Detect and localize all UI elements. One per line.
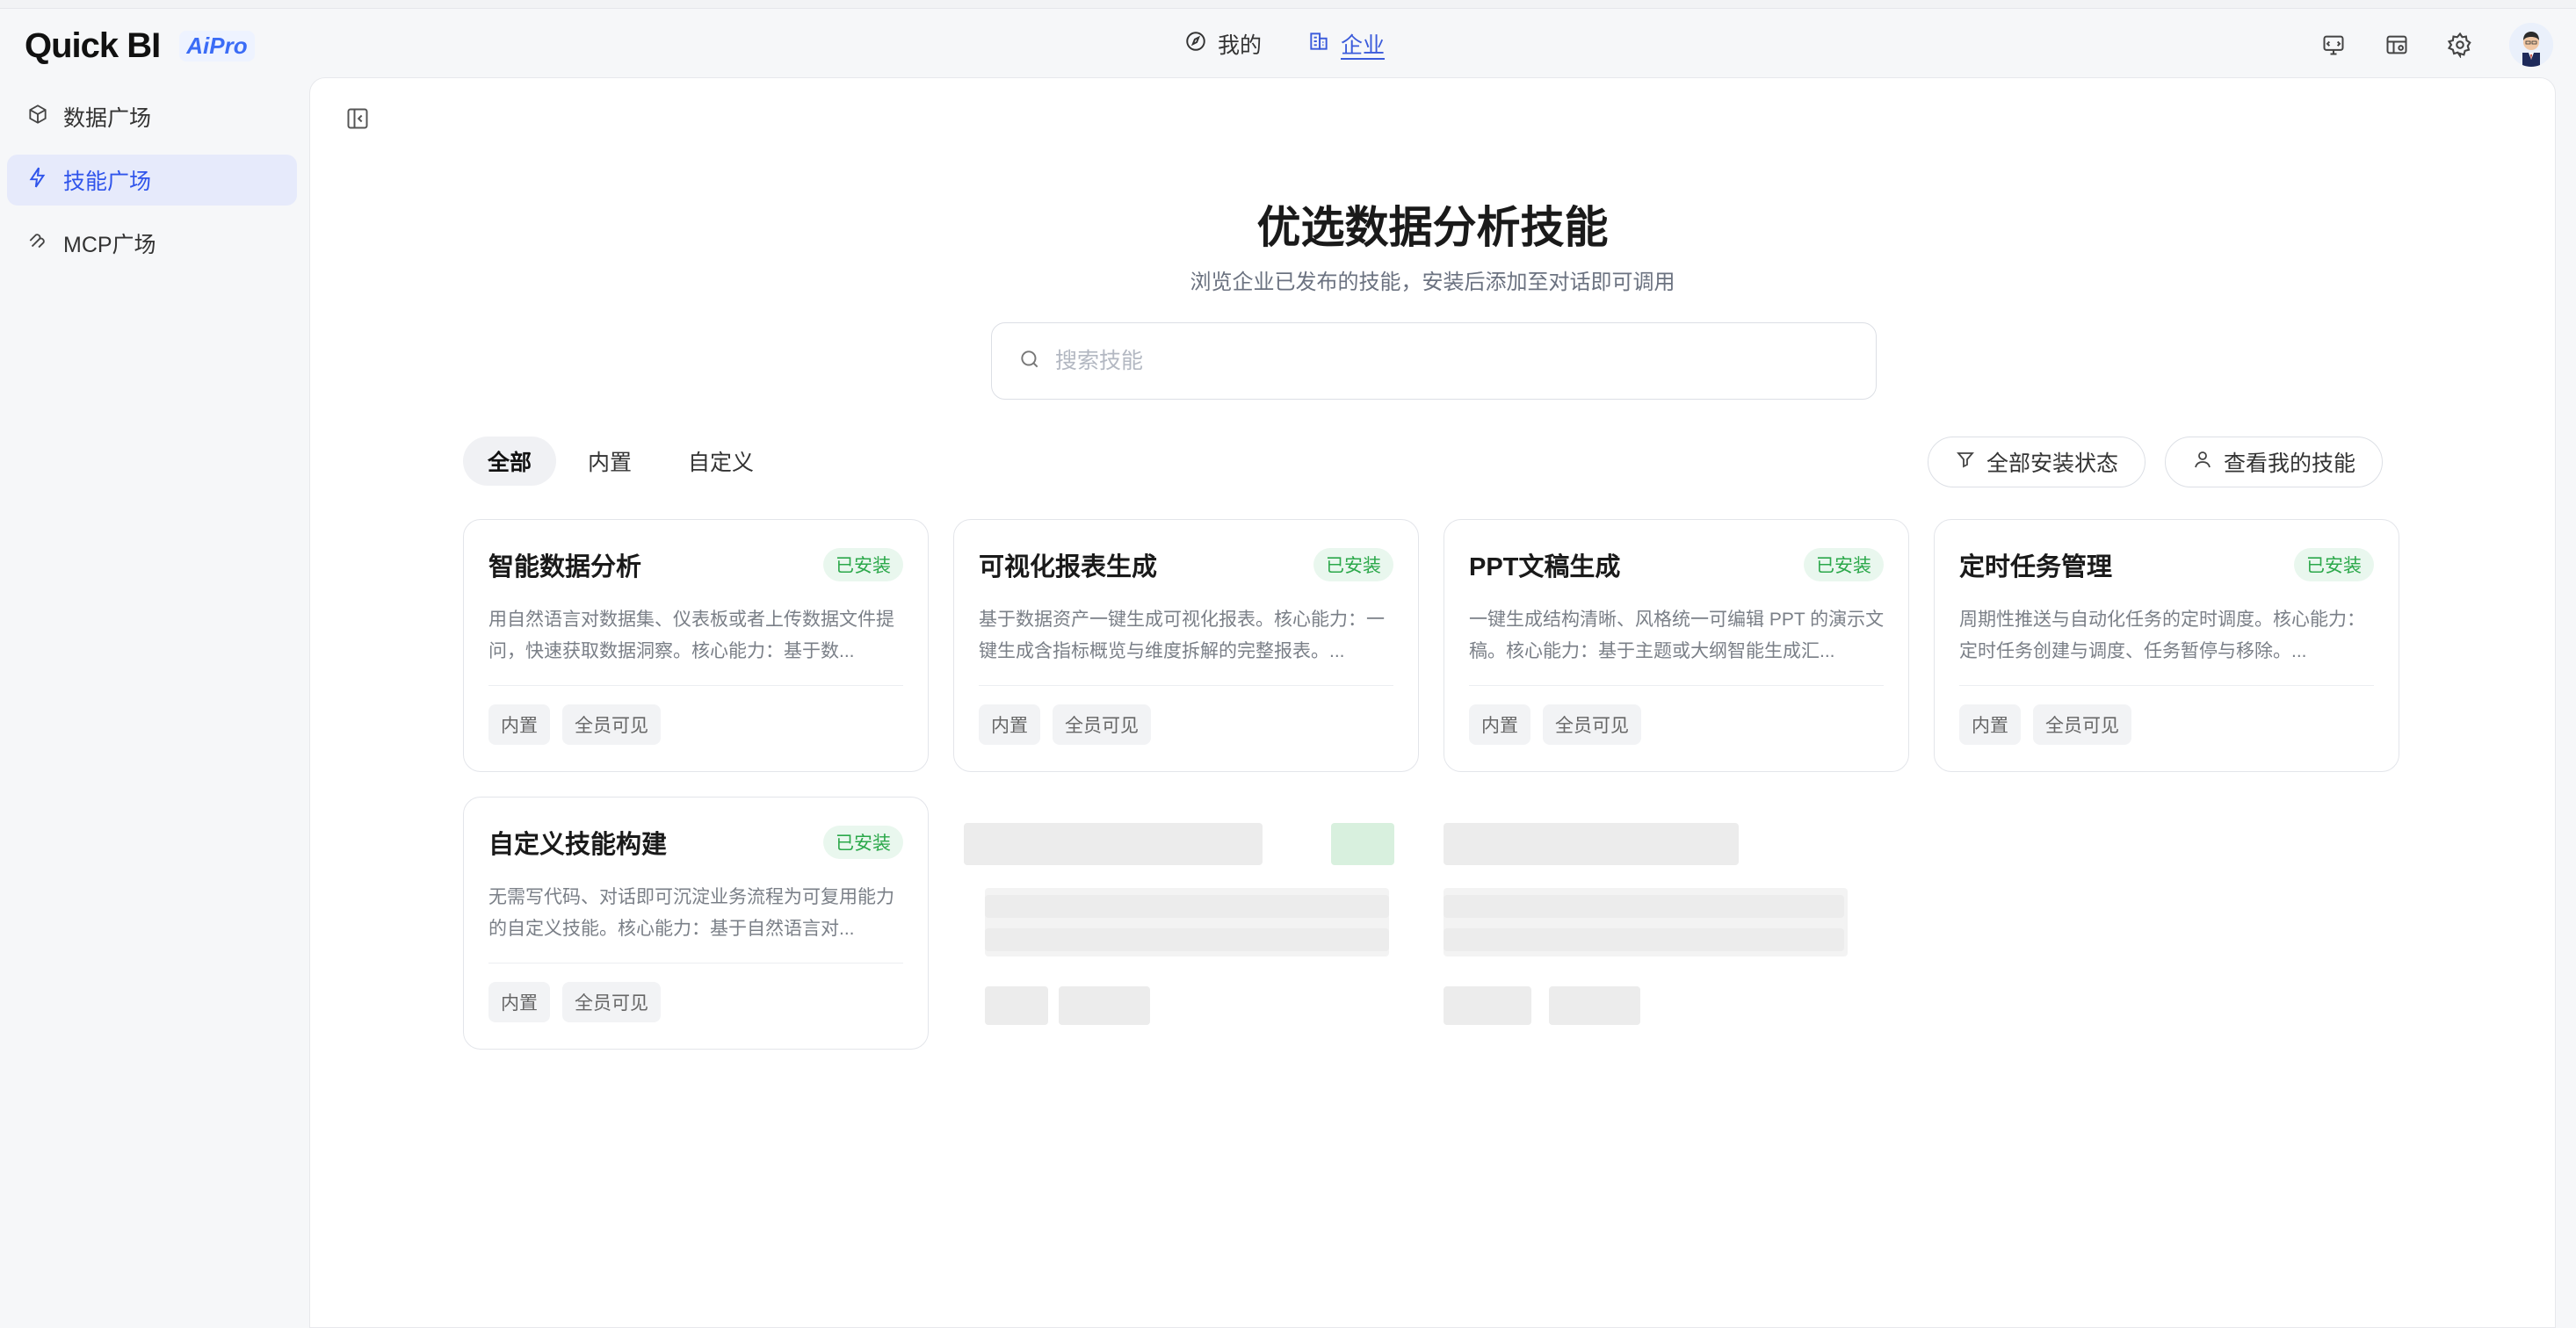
skill-card-description: 周期性推送与自动化任务的定时调度。核心能力：定时任务创建与调度、任务暂停与移除。… [1959, 610, 2365, 661]
top-header: Quick BI AiPro 我的 企业 [0, 9, 2576, 79]
dashboard-icon[interactable] [2383, 31, 2411, 59]
installed-badge: 已安装 [2294, 548, 2374, 581]
sidebar-item-label: 技能广场 [63, 170, 152, 194]
window-top-strip [0, 0, 2576, 9]
tag-visibility: 全员可见 [562, 982, 661, 1022]
card-divider [979, 685, 1393, 686]
skill-card-title: 自定义技能构建 [488, 831, 668, 859]
skill-tags: 内置 全员可见 [488, 982, 661, 1022]
tag-visibility: 全员可见 [562, 704, 661, 745]
skill-tags: 内置 全员可见 [1959, 704, 2131, 745]
nav-mine[interactable]: 我的 [1184, 28, 1262, 60]
my-skills-button[interactable]: 查看我的技能 [2164, 437, 2383, 487]
filter-icon [1955, 449, 1976, 476]
installed-badge: 已安装 [1313, 548, 1393, 581]
skill-card[interactable]: PPT文稿生成 已安装 一键生成结构清晰、风格统一可编辑 PPT 的演示文稿。核… [1444, 519, 1909, 772]
nav-enterprise-label: 企业 [1341, 33, 1386, 58]
collapse-sidebar-icon[interactable] [345, 106, 370, 131]
mcp-icon [26, 229, 49, 258]
avatar[interactable] [2509, 23, 2553, 67]
skill-card-title: 定时任务管理 [1959, 553, 2113, 581]
cube-icon [26, 103, 49, 132]
page-title: 优选数据分析技能 [1256, 203, 1609, 252]
search-input[interactable] [1055, 348, 1846, 374]
skill-card-title: 可视化报表生成 [979, 553, 1158, 581]
sidebar: 数据广场 技能广场 MCP广场 [0, 79, 309, 1328]
my-skills-label: 查看我的技能 [2223, 451, 2355, 476]
skill-card[interactable]: 定时任务管理 已安装 周期性推送与自动化任务的定时调度。核心能力：定时任务创建与… [1934, 519, 2399, 772]
gear-icon[interactable] [2446, 31, 2474, 59]
loading-skeleton-card [953, 797, 1419, 1050]
top-nav: 我的 企业 [1184, 28, 1385, 60]
compass-icon [1184, 30, 1207, 59]
logo[interactable]: Quick BI AiPro [25, 26, 255, 66]
tag-builtin: 内置 [488, 704, 550, 745]
main-panel: 优选数据分析技能 浏览企业已发布的技能，安装后添加至对话即可调用 全部 内置 自… [309, 77, 2556, 1328]
nav-enterprise[interactable]: 企业 [1307, 28, 1385, 60]
install-status-filter-button[interactable]: 全部安装状态 [1927, 437, 2145, 487]
sidebar-item-label: MCP广场 [63, 233, 156, 257]
skill-card-description: 无需写代码、对话即可沉淀业务流程为可复用能力的自定义技能。核心能力：基于自然语言… [488, 887, 894, 939]
logo-text: Quick BI [25, 26, 161, 65]
search-icon [1018, 348, 1041, 375]
skill-tags: 内置 全员可见 [488, 704, 661, 745]
skill-card[interactable]: 智能数据分析 已安装 用自然语言对数据集、仪表板或者上传数据文件提问，快速获取数… [463, 519, 929, 772]
installed-badge: 已安装 [1804, 548, 1884, 581]
tag-builtin: 内置 [488, 982, 550, 1022]
header-actions [2319, 23, 2553, 67]
search-bar[interactable] [991, 322, 1877, 400]
lightning-icon [26, 166, 49, 195]
installed-badge: 已安装 [823, 548, 903, 581]
card-divider [488, 963, 903, 964]
sidebar-item-data-plaza[interactable]: 数据广场 [7, 91, 297, 142]
tag-visibility: 全员可见 [1543, 704, 1641, 745]
building-icon [1307, 30, 1330, 59]
list-actions: 全部安装状态 查看我的技能 [1927, 437, 2383, 487]
install-status-filter-label: 全部安装状态 [1986, 451, 2118, 476]
skill-tags: 内置 全员可见 [1469, 704, 1641, 745]
tag-builtin: 内置 [1959, 704, 2021, 745]
skill-card-title: 智能数据分析 [488, 553, 642, 581]
installed-badge: 已安装 [823, 826, 903, 859]
aipro-badge: AiPro [179, 31, 255, 61]
tab-builtin[interactable]: 内置 [563, 437, 656, 486]
tag-builtin: 内置 [979, 704, 1040, 745]
sidebar-item-skill-plaza[interactable]: 技能广场 [7, 155, 297, 206]
card-divider [488, 685, 903, 686]
tab-all[interactable]: 全部 [463, 437, 557, 486]
tab-custom[interactable]: 自定义 [663, 437, 778, 486]
monitor-icon[interactable] [2319, 31, 2348, 59]
category-tabs: 全部 内置 自定义 [463, 437, 778, 486]
sidebar-item-label: 数据广场 [63, 106, 152, 131]
tag-builtin: 内置 [1469, 704, 1530, 745]
skill-card-description: 一键生成结构清晰、风格统一可编辑 PPT 的演示文稿。核心能力：基于主题或大纲智… [1469, 610, 1885, 661]
card-divider [1959, 685, 2374, 686]
skill-card[interactable]: 可视化报表生成 已安装 基于数据资产一键生成可视化报表。核心能力：一键生成含指标… [953, 519, 1419, 772]
tag-visibility: 全员可见 [2033, 704, 2131, 745]
skill-card-description: 用自然语言对数据集、仪表板或者上传数据文件提问，快速获取数据洞察。核心能力：基于… [488, 610, 894, 661]
skill-card[interactable]: 自定义技能构建 已安装 无需写代码、对话即可沉淀业务流程为可复用能力的自定义技能… [463, 797, 929, 1050]
skill-card-description: 基于数据资产一键生成可视化报表。核心能力：一键生成含指标概览与维度拆解的完整报表… [979, 610, 1385, 661]
loading-skeleton-card [1444, 797, 1909, 1050]
nav-mine-label: 我的 [1218, 33, 1263, 58]
tag-visibility: 全员可见 [1053, 704, 1151, 745]
user-icon [2192, 449, 2213, 476]
sidebar-item-mcp-plaza[interactable]: MCP广场 [7, 218, 297, 269]
card-divider [1469, 685, 1884, 686]
page-subtitle: 浏览企业已发布的技能，安装后添加至对话即可调用 [1190, 271, 1675, 294]
skill-tags: 内置 全员可见 [979, 704, 1151, 745]
skill-card-title: PPT文稿生成 [1469, 553, 1621, 581]
